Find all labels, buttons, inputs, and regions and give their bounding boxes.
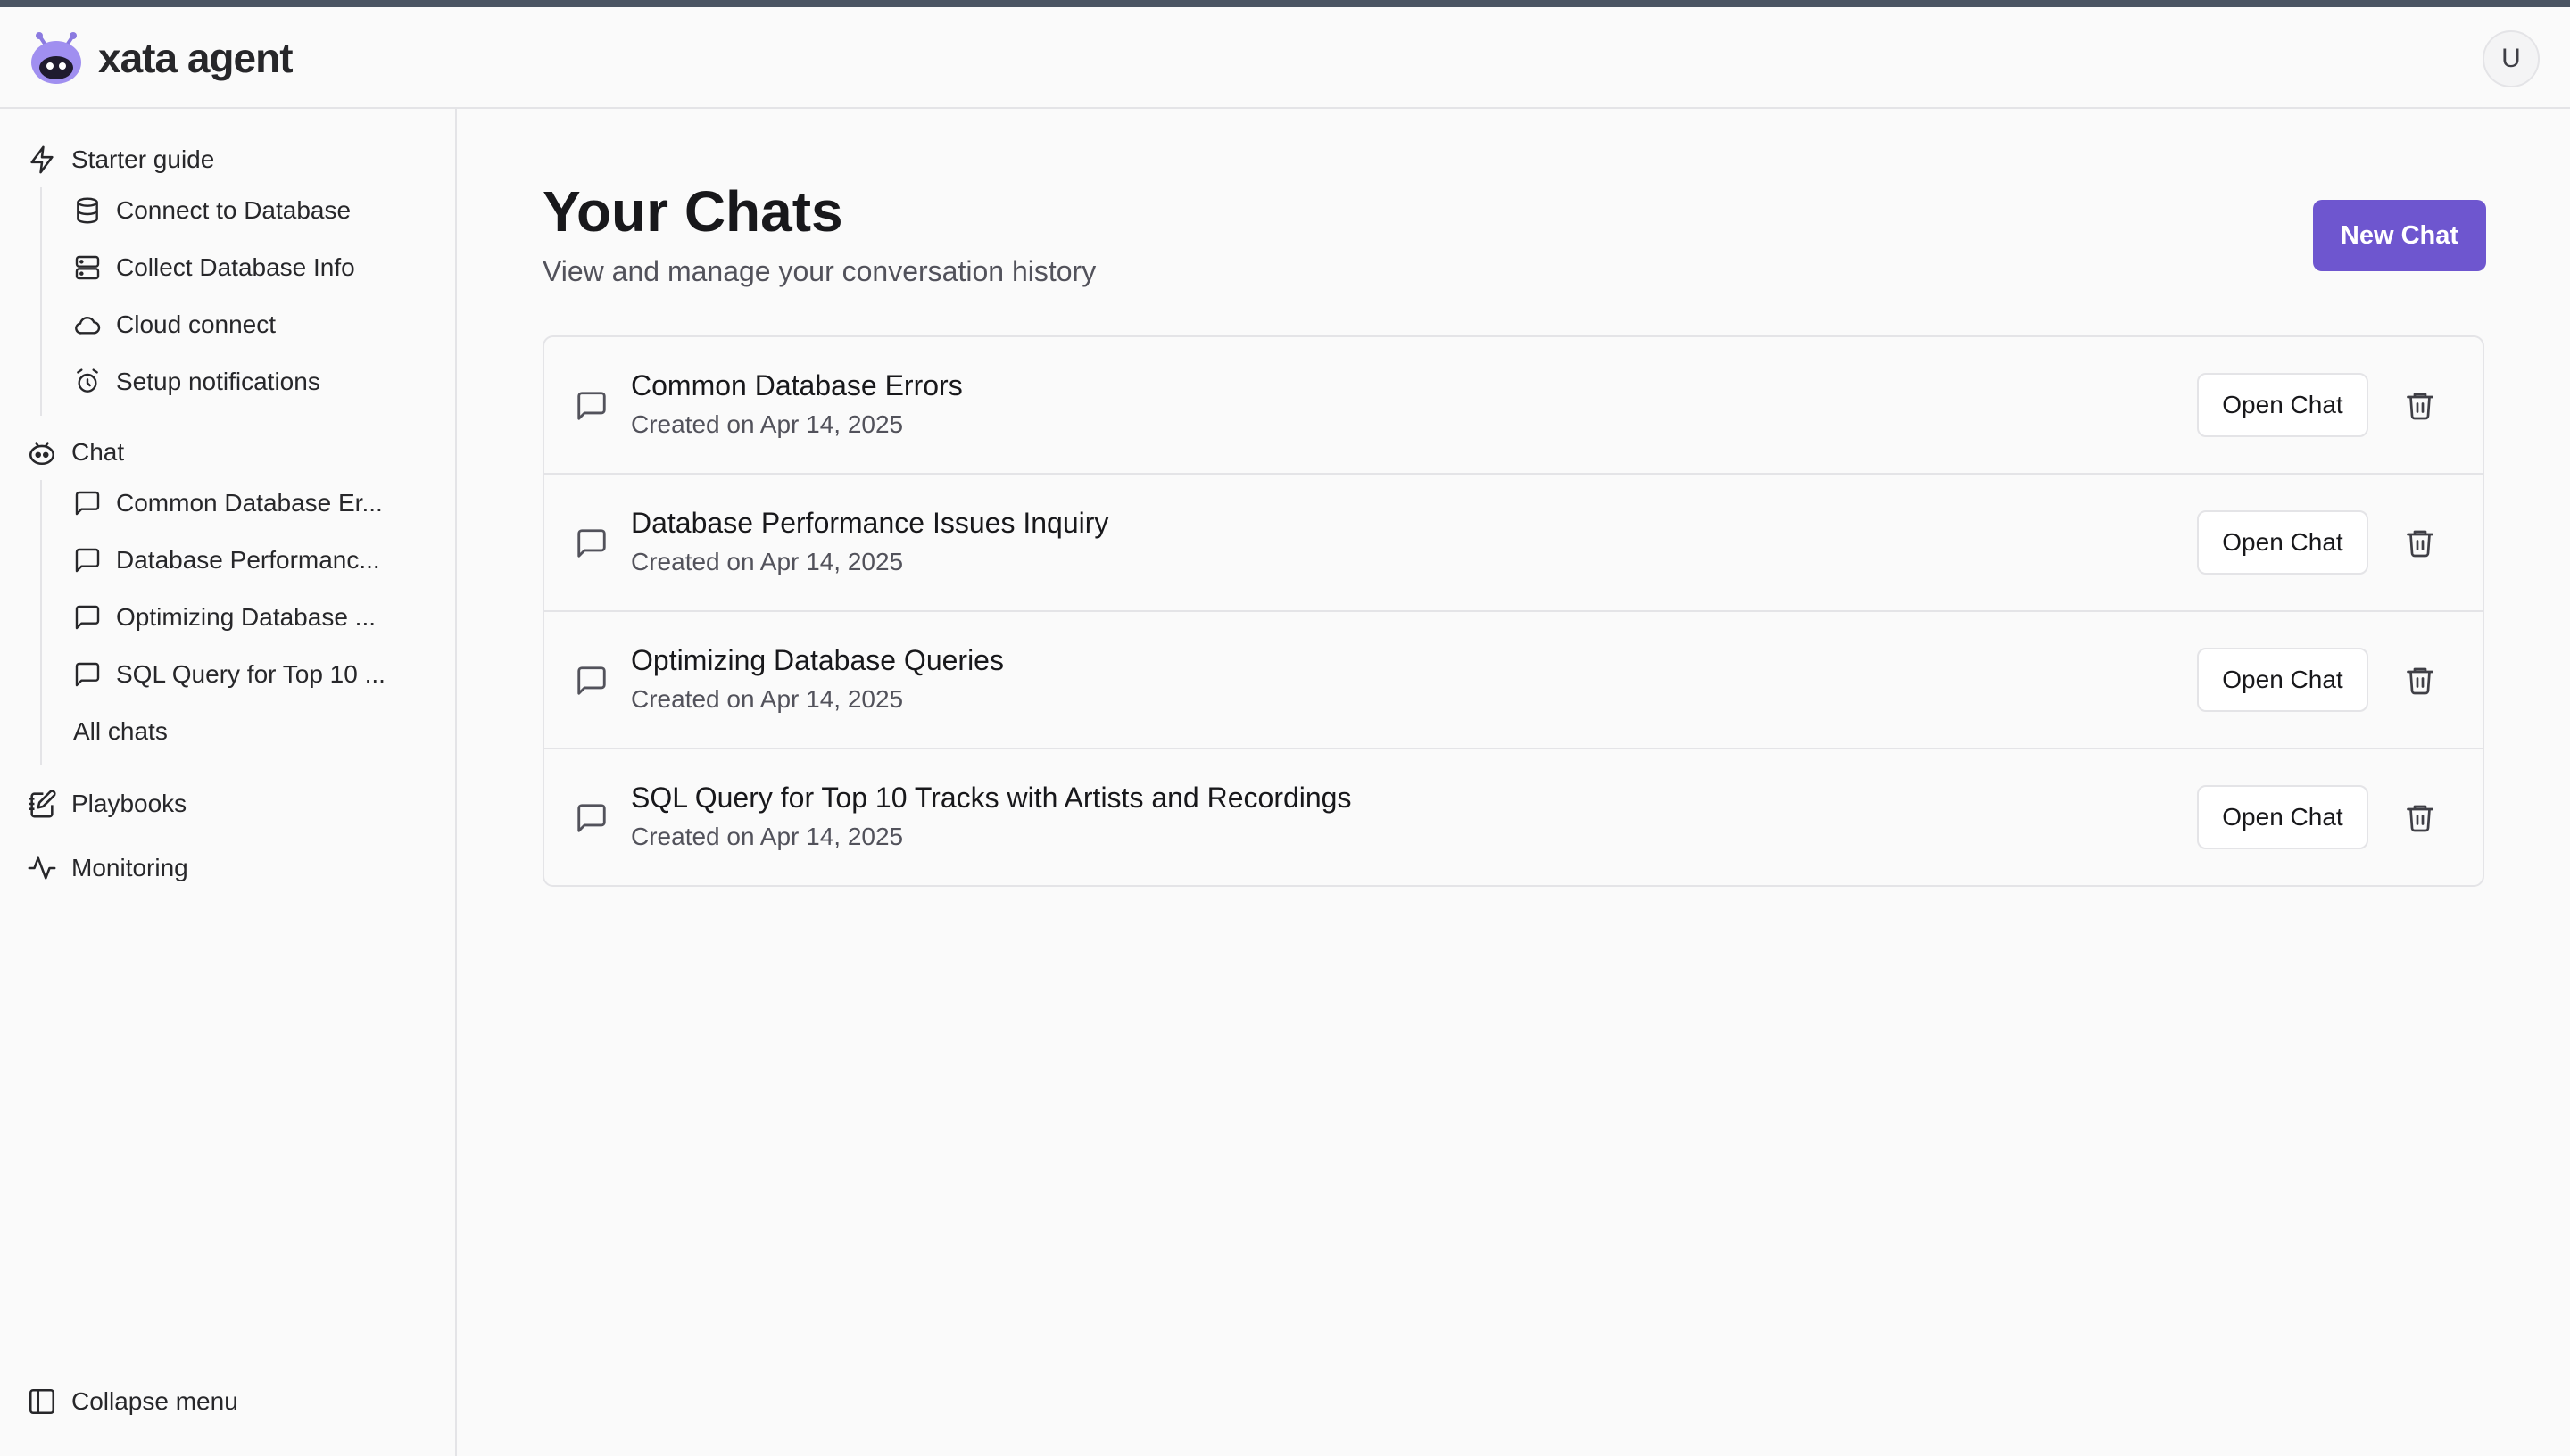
new-chat-button[interactable]: New Chat	[2313, 200, 2486, 271]
notebook-pen-icon	[29, 790, 56, 818]
sidebar-item-connect-database[interactable]: Connect to Database	[73, 196, 430, 225]
message-square-icon	[75, 662, 100, 687]
sidebar-item-label: Optimizing Database ...	[116, 603, 377, 631]
chat-created-date: Created on Apr 14, 2025	[631, 685, 904, 713]
brand-logo[interactable]: xata agent	[27, 29, 294, 87]
sidebar-item-label: Database Performanc...	[116, 546, 380, 574]
sidebar-item-label: Connect to Database	[116, 196, 352, 224]
sidebar-item-cloud-connect[interactable]: Cloud connect	[73, 310, 430, 339]
brand-name: xata agent	[98, 35, 294, 81]
chat-row: Common Database Errors Created on Apr 14…	[544, 337, 2483, 475]
trash-icon[interactable]	[2404, 664, 2436, 696]
message-square-icon	[577, 392, 606, 420]
sidebar-item-all-chats[interactable]: All chats	[73, 717, 430, 746]
user-initial: U	[2501, 44, 2521, 73]
xata-agent-logo-icon	[31, 32, 81, 84]
chat-created-date: Created on Apr 14, 2025	[631, 548, 904, 575]
message-square-icon	[577, 804, 606, 832]
open-chat-button[interactable]: Open Chat	[2197, 785, 2368, 849]
chat-subtree: Common Database Er... Database Performan…	[40, 480, 386, 765]
chat-title: Common Database Errors	[631, 369, 963, 401]
page-subtitle: View and manage your conversation histor…	[543, 255, 1097, 287]
chat-title: Database Performance Issues Inquiry	[631, 507, 1109, 539]
lightning-icon	[30, 145, 54, 174]
sidebar-item-setup-notifications[interactable]: Setup notifications	[73, 368, 430, 396]
sidebar-item-label: SQL Query for Top 10 ...	[116, 660, 386, 688]
activity-icon	[28, 856, 56, 880]
sidebar-item-chat[interactable]: Chat	[27, 437, 124, 467]
chat-title: SQL Query for Top 10 Tracks with Artists…	[631, 782, 1352, 814]
bot-icon	[29, 441, 55, 466]
trash-icon[interactable]	[2404, 526, 2436, 558]
message-square-icon	[75, 605, 100, 630]
chat-row: Database Performance Issues Inquiry Crea…	[544, 475, 2483, 612]
chat-created-date: Created on Apr 14, 2025	[631, 823, 904, 850]
open-chat-button[interactable]: Open Chat	[2197, 373, 2368, 437]
panel-left-icon	[29, 1388, 55, 1415]
message-square-icon	[577, 666, 606, 695]
starter-guide-subtree: Connect to Database Collect Database Inf…	[40, 187, 355, 416]
database-icon	[77, 197, 98, 224]
cloud-icon	[75, 316, 101, 335]
page-title: Your Chats	[543, 179, 843, 244]
sidebar-item-label: Common Database Er...	[116, 489, 383, 517]
window-top-border	[0, 0, 2570, 7]
sidebar: Starter guide Connect to Database Collec…	[0, 109, 457, 1456]
chat-title: Optimizing Database Queries	[631, 644, 1004, 676]
chat-row: SQL Query for Top 10 Tracks with Artists…	[544, 749, 2483, 885]
chat-row: Optimizing Database Queries Created on A…	[544, 612, 2483, 749]
sidebar-item-label: Monitoring	[71, 854, 188, 881]
sidebar-chat-item[interactable]: Database Performanc...	[73, 546, 430, 575]
sidebar-item-label: Collect Database Info	[116, 253, 355, 281]
sidebar-item-label: Setup notifications	[116, 368, 320, 395]
sidebar-chat-item[interactable]: Common Database Er...	[73, 489, 430, 517]
sidebar-item-starter-guide[interactable]: Starter guide	[27, 145, 214, 175]
sidebar-item-label: Playbooks	[71, 790, 187, 817]
collapse-menu-button[interactable]: Collapse menu	[27, 1386, 238, 1417]
sidebar-chat-item[interactable]: Optimizing Database ...	[73, 603, 430, 632]
trash-icon[interactable]	[2404, 801, 2436, 833]
open-chat-button[interactable]: Open Chat	[2197, 510, 2368, 575]
sidebar-item-monitoring[interactable]: Monitoring	[27, 853, 188, 883]
sidebar-item-label: Starter guide	[71, 145, 215, 173]
sidebar-item-label: Collapse menu	[71, 1387, 238, 1415]
server-icon	[75, 255, 100, 280]
alarm-clock-icon	[77, 368, 98, 393]
sidebar-item-label: Chat	[71, 438, 125, 466]
open-chat-button[interactable]: Open Chat	[2197, 648, 2368, 712]
trash-icon[interactable]	[2404, 389, 2436, 421]
message-square-icon	[577, 529, 606, 558]
sidebar-item-collect-db-info[interactable]: Collect Database Info	[73, 253, 430, 282]
app-header: xata agent U	[0, 7, 2570, 109]
message-square-icon	[75, 491, 100, 516]
sidebar-item-label: Cloud connect	[116, 310, 277, 338]
user-avatar[interactable]: U	[2483, 30, 2540, 87]
message-square-icon	[75, 548, 100, 573]
sidebar-chat-item[interactable]: SQL Query for Top 10 ...	[73, 660, 430, 689]
chat-created-date: Created on Apr 14, 2025	[631, 410, 904, 438]
sidebar-item-label: All chats	[73, 717, 168, 745]
chat-list: Common Database Errors Created on Apr 14…	[543, 335, 2484, 887]
sidebar-item-playbooks[interactable]: Playbooks	[27, 789, 187, 819]
